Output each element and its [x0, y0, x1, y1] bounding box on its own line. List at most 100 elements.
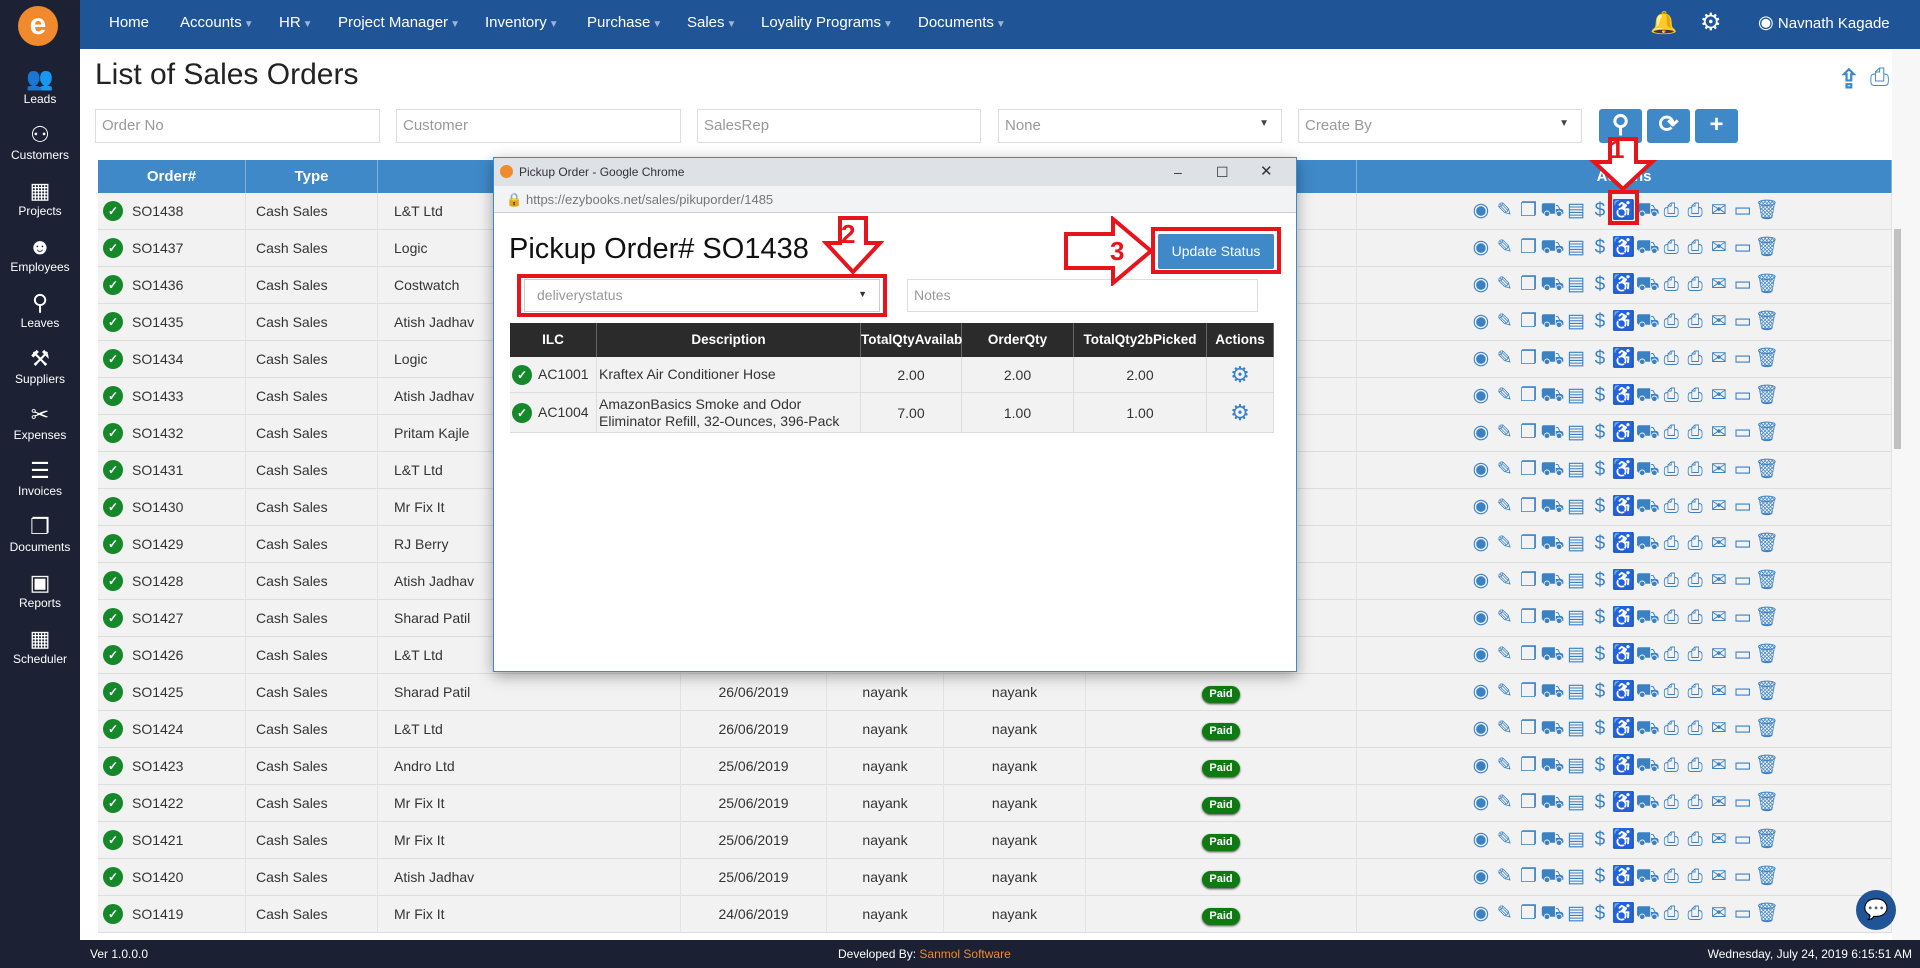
- email-icon[interactable]: ✉: [1707, 341, 1731, 377]
- nav-item-accounts[interactable]: Accounts ▼: [180, 0, 254, 48]
- cart-icon[interactable]: ⛟: [1540, 822, 1564, 858]
- check-circle-icon[interactable]: ✓: [103, 312, 123, 332]
- email-icon[interactable]: ✉: [1707, 230, 1731, 266]
- delete-icon[interactable]: 🗑: [1755, 563, 1779, 599]
- invoice-icon[interactable]: ▤: [1564, 452, 1588, 488]
- order-number[interactable]: SO1424: [132, 711, 183, 747]
- copy-icon[interactable]: ❐: [1517, 674, 1541, 710]
- order-number[interactable]: SO1421: [132, 822, 183, 858]
- dollar-icon[interactable]: $: [1588, 674, 1612, 710]
- print-icon[interactable]: ⎙: [1659, 415, 1683, 451]
- print-icon[interactable]: ⎙: [1683, 304, 1707, 340]
- view-icon[interactable]: ◉: [1469, 267, 1493, 303]
- delete-icon[interactable]: 🗑: [1755, 896, 1779, 932]
- pickup-icon[interactable]: ♿: [1612, 452, 1636, 488]
- check-circle-icon[interactable]: ✓: [103, 497, 123, 517]
- folder-icon[interactable]: ▭: [1731, 674, 1755, 710]
- delivery-icon[interactable]: ⛟: [1636, 193, 1660, 229]
- add-button[interactable]: +: [1695, 109, 1738, 143]
- delete-icon[interactable]: 🗑: [1755, 600, 1779, 636]
- sidebar-item-leads[interactable]: 👥 Leads: [0, 66, 80, 106]
- print-icon[interactable]: ⎙: [1659, 378, 1683, 414]
- delivery-icon[interactable]: ⛟: [1636, 674, 1660, 710]
- folder-icon[interactable]: ▭: [1731, 378, 1755, 414]
- delete-icon[interactable]: 🗑: [1755, 526, 1779, 562]
- folder-icon[interactable]: ▭: [1731, 452, 1755, 488]
- dollar-icon[interactable]: $: [1588, 711, 1612, 747]
- delivery-icon[interactable]: ⛟: [1636, 489, 1660, 525]
- delivery-icon[interactable]: ⛟: [1636, 230, 1660, 266]
- create-by-select[interactable]: Create By ▼: [1298, 109, 1582, 143]
- delete-icon[interactable]: 🗑: [1755, 415, 1779, 451]
- cart-icon[interactable]: ⛟: [1540, 452, 1564, 488]
- check-circle-icon[interactable]: ✓: [103, 201, 123, 221]
- dollar-icon[interactable]: $: [1588, 230, 1612, 266]
- print-icon[interactable]: ⎙: [1659, 859, 1683, 895]
- pickup-icon[interactable]: ♿: [1612, 489, 1636, 525]
- delivery-icon[interactable]: ⛟: [1636, 859, 1660, 895]
- delivery-icon[interactable]: ⛟: [1636, 822, 1660, 858]
- edit-icon[interactable]: ✎: [1493, 341, 1517, 377]
- copy-icon[interactable]: ❐: [1517, 748, 1541, 784]
- developer-link[interactable]: Sanmol Software: [919, 947, 1010, 961]
- email-icon[interactable]: ✉: [1707, 637, 1731, 673]
- edit-icon[interactable]: ✎: [1493, 896, 1517, 932]
- delete-icon[interactable]: 🗑: [1755, 859, 1779, 895]
- sidebar-item-projects[interactable]: ▦ Projects: [0, 178, 80, 218]
- delivery-icon[interactable]: ⛟: [1636, 267, 1660, 303]
- pickup-icon[interactable]: ♿: [1612, 637, 1636, 673]
- email-icon[interactable]: ✉: [1707, 267, 1731, 303]
- sidebar-item-customers[interactable]: ⚇ Customers: [0, 122, 80, 162]
- invoice-icon[interactable]: ▤: [1564, 267, 1588, 303]
- sidebar-item-expenses[interactable]: ✂ Expenses: [0, 402, 80, 442]
- print-icon[interactable]: ⎙: [1659, 526, 1683, 562]
- view-icon[interactable]: ◉: [1469, 600, 1493, 636]
- invoice-icon[interactable]: ▤: [1564, 822, 1588, 858]
- invoice-icon[interactable]: ▤: [1564, 489, 1588, 525]
- pickup-icon[interactable]: ♿: [1612, 822, 1636, 858]
- folder-icon[interactable]: ▭: [1731, 711, 1755, 747]
- check-circle-icon[interactable]: ✓: [103, 460, 123, 480]
- copy-icon[interactable]: ❐: [1517, 489, 1541, 525]
- copy-icon[interactable]: ❐: [1517, 230, 1541, 266]
- invoice-icon[interactable]: ▤: [1564, 896, 1588, 932]
- cart-icon[interactable]: ⛟: [1540, 230, 1564, 266]
- column-header[interactable]: Order#: [98, 160, 246, 193]
- email-icon[interactable]: ✉: [1707, 452, 1731, 488]
- cart-icon[interactable]: ⛟: [1540, 637, 1564, 673]
- delivery-icon[interactable]: ⛟: [1636, 341, 1660, 377]
- pickup-icon[interactable]: ♿: [1612, 785, 1636, 821]
- delivery-icon[interactable]: ⛟: [1636, 304, 1660, 340]
- delete-icon[interactable]: 🗑: [1755, 785, 1779, 821]
- pickup-icon[interactable]: ♿: [1612, 267, 1636, 303]
- folder-icon[interactable]: ▭: [1731, 785, 1755, 821]
- edit-icon[interactable]: ✎: [1493, 637, 1517, 673]
- check-circle-icon[interactable]: ✓: [103, 830, 123, 850]
- view-icon[interactable]: ◉: [1469, 230, 1493, 266]
- check-circle-icon[interactable]: ✓: [103, 645, 123, 665]
- edit-icon[interactable]: ✎: [1493, 563, 1517, 599]
- folder-icon[interactable]: ▭: [1731, 526, 1755, 562]
- delete-icon[interactable]: 🗑: [1755, 267, 1779, 303]
- sidebar-item-documents[interactable]: ❐ Documents: [0, 514, 80, 554]
- delivery-icon[interactable]: ⛟: [1636, 526, 1660, 562]
- print-icon[interactable]: ⎙: [1870, 64, 1889, 92]
- order-number[interactable]: SO1435: [132, 304, 183, 340]
- delete-icon[interactable]: 🗑: [1755, 637, 1779, 673]
- copy-icon[interactable]: ❐: [1517, 452, 1541, 488]
- check-circle-icon[interactable]: ✓: [103, 867, 123, 887]
- view-icon[interactable]: ◉: [1469, 304, 1493, 340]
- dollar-icon[interactable]: $: [1588, 341, 1612, 377]
- order-number[interactable]: SO1438: [132, 193, 183, 229]
- delete-icon[interactable]: 🗑: [1755, 822, 1779, 858]
- delete-icon[interactable]: 🗑: [1755, 674, 1779, 710]
- print-icon[interactable]: ⎙: [1683, 822, 1707, 858]
- delete-icon[interactable]: 🗑: [1755, 748, 1779, 784]
- email-icon[interactable]: ✉: [1707, 785, 1731, 821]
- maximize-icon[interactable]: ☐: [1216, 158, 1229, 186]
- view-icon[interactable]: ◉: [1469, 452, 1493, 488]
- pickup-icon[interactable]: ♿: [1612, 711, 1636, 747]
- nav-item-hr[interactable]: HR ▼: [279, 0, 313, 48]
- invoice-icon[interactable]: ▤: [1564, 674, 1588, 710]
- view-icon[interactable]: ◉: [1469, 637, 1493, 673]
